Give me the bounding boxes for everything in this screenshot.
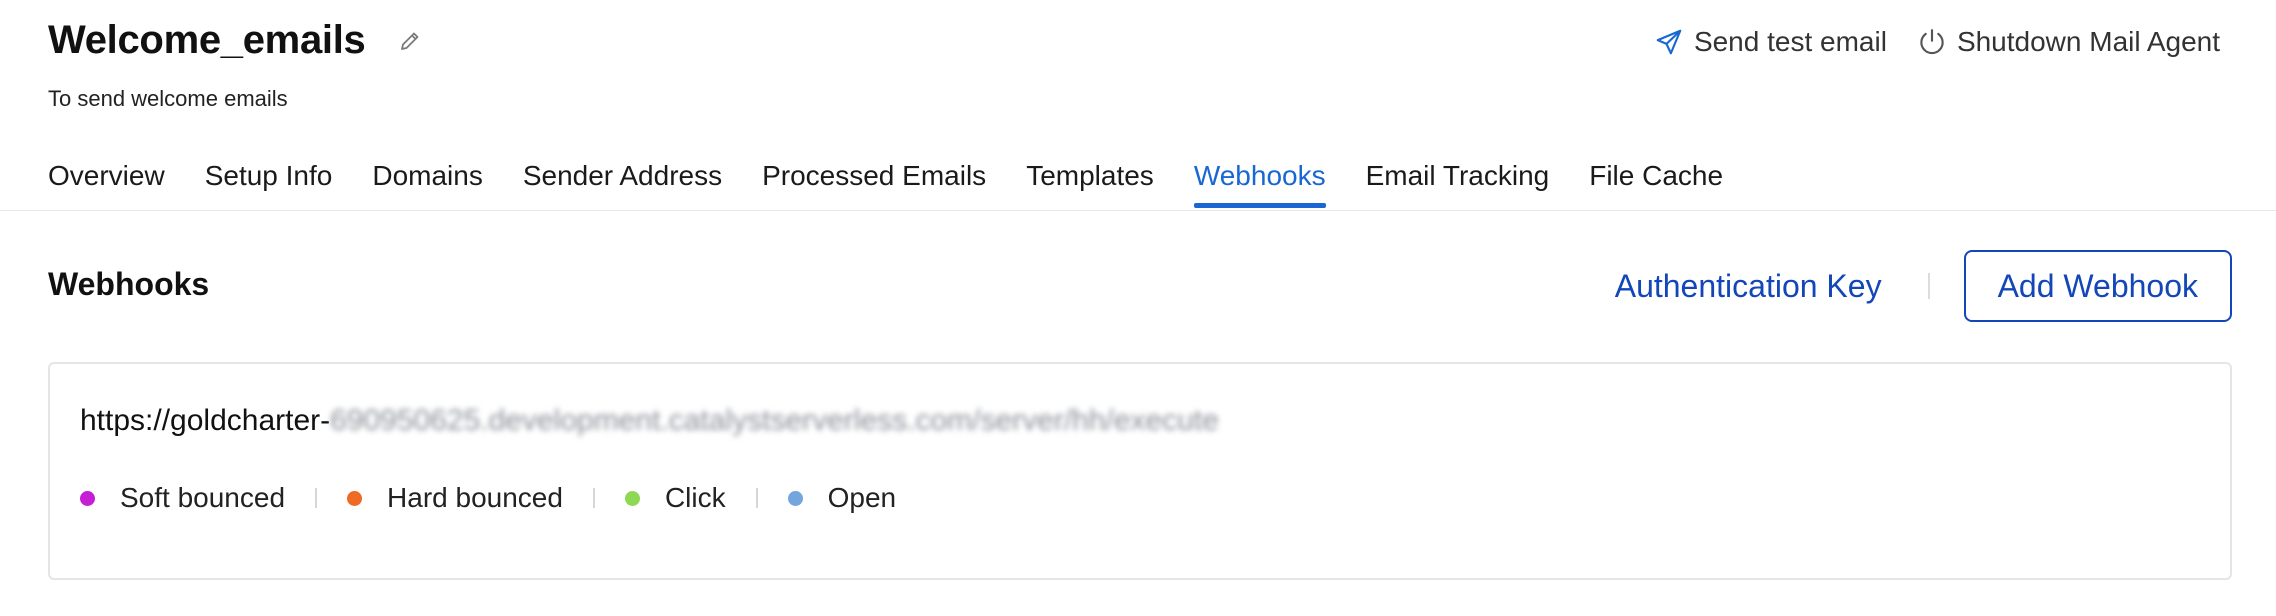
paper-plane-icon [1656,29,1682,55]
divider [315,488,318,508]
title-row: Welcome_emails [48,18,425,63]
webhook-url-visible: https://goldcharter- [80,404,331,437]
tab-email-tracking[interactable]: Email Tracking [1366,160,1550,206]
tab-domains[interactable]: Domains [372,160,482,206]
tab-templates[interactable]: Templates [1026,160,1154,206]
event-soft-bounced: Soft bounced [80,482,285,514]
tab-processed-emails[interactable]: Processed Emails [762,160,986,206]
status-dot [80,490,95,506]
event-hard-bounced: Hard bounced [347,482,563,514]
tab-sender-address[interactable]: Sender Address [523,160,722,206]
webhook-card[interactable]: https://goldcharter- 690950625.developme… [48,362,2232,580]
status-dot [347,490,363,506]
event-label: Click [664,482,726,513]
section-actions: Authentication Key Add Webhook [1615,250,2232,322]
shutdown-mail-agent-button[interactable]: Shutdown Mail Agent [1917,26,2220,58]
divider [755,488,758,508]
divider [592,488,595,508]
power-icon [1920,29,1944,55]
event-label: Open [827,482,897,513]
tab-webhooks[interactable]: Webhooks [1193,160,1326,208]
send-test-email-button[interactable]: Send test email [1654,26,1887,58]
event-label: Hard bounced [387,482,563,513]
event-label: Soft bounced [120,482,286,513]
tab-file-cache[interactable]: File Cache [1589,160,1723,206]
tab-overview[interactable]: Overview [48,160,165,206]
add-webhook-button[interactable]: Add Webhook [1963,250,2232,322]
tab-setup-info[interactable]: Setup Info [205,160,333,206]
send-test-email-label: Send test email [1693,26,1887,57]
edit-title-button[interactable] [395,26,425,56]
authentication-key-button[interactable]: Authentication Key [1615,268,1882,305]
header-actions: Send test email Shutdown Mail Agent [1654,26,2220,58]
mail-agent-page: Welcome_emails To send welcome emails Se… [0,0,2276,616]
shutdown-mail-agent-label: Shutdown Mail Agent [1956,26,2220,57]
webhook-url-redacted: 690950625.development.catalystserverless… [330,404,1219,437]
event-click: Click [624,482,726,514]
page-subtitle: To send welcome emails [48,86,288,111]
pencil-icon [401,32,419,50]
webhook-url: https://goldcharter- 690950625.developme… [80,404,1219,438]
tab-bar: Overview Setup Info Domains Sender Addre… [48,160,1723,208]
divider [1927,273,1930,299]
section-title: Webhooks [48,266,210,302]
tabs-divider [0,210,2276,211]
page-title: Welcome_emails [48,18,366,62]
event-open: Open [787,482,897,514]
status-dot [624,490,640,506]
webhook-events: Soft bounced Hard bounced Click Open [80,482,896,514]
status-dot [787,490,803,506]
